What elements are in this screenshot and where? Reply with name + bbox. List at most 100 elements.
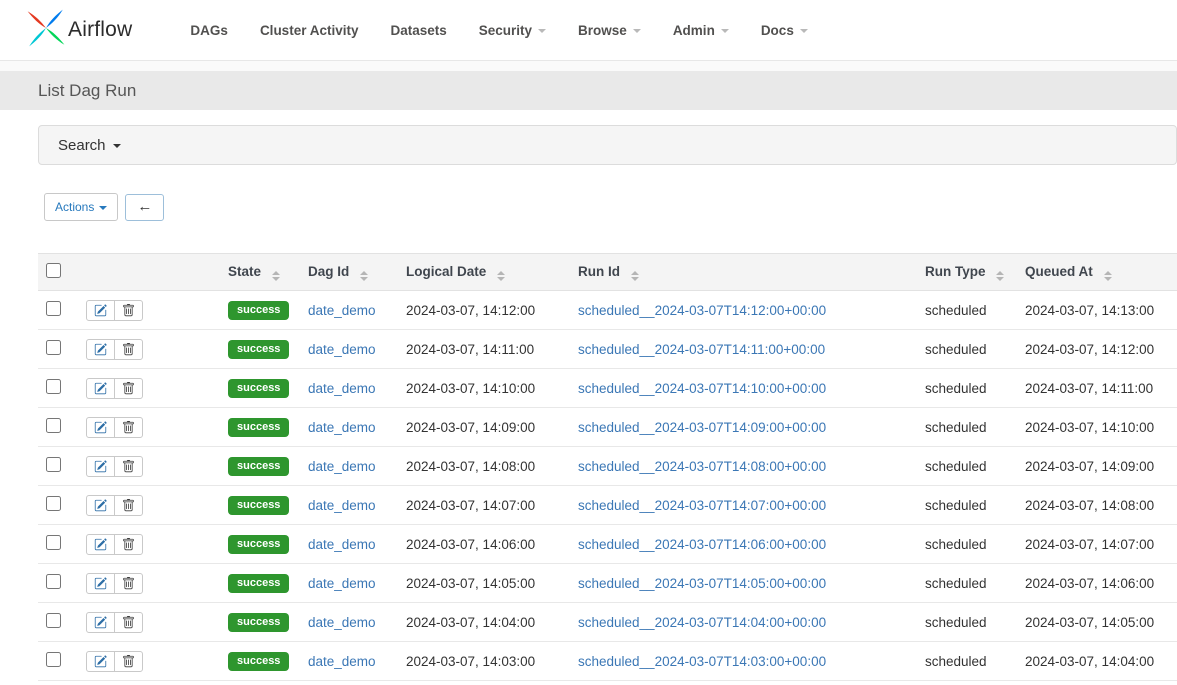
row-actions-cell <box>76 603 218 642</box>
run-id-link[interactable]: scheduled__2024-03-07T14:04:00+00:00 <box>578 615 826 630</box>
delete-button[interactable] <box>114 339 143 360</box>
nav-item-dags[interactable]: DAGs <box>174 23 244 38</box>
delete-button[interactable] <box>114 300 143 321</box>
edit-button[interactable] <box>86 300 115 321</box>
back-button[interactable]: ← <box>125 194 164 221</box>
queued-at-cell: 2024-03-07, 14:08:00 <box>1015 486 1177 525</box>
select-all-header <box>38 254 76 291</box>
dag-id-link[interactable]: date_demo <box>308 615 376 630</box>
row-select-cell <box>38 330 76 369</box>
run-id-link[interactable]: scheduled__2024-03-07T14:08:00+00:00 <box>578 459 826 474</box>
status-badge: success <box>228 418 289 437</box>
column-header-run-type[interactable]: Run Type <box>915 254 1015 291</box>
edit-icon <box>94 499 107 512</box>
row-checkbox[interactable] <box>46 457 61 472</box>
nav-item-browse[interactable]: Browse <box>562 23 657 38</box>
edit-button[interactable] <box>86 651 115 672</box>
trash-icon <box>122 616 135 629</box>
dag-id-link[interactable]: date_demo <box>308 654 376 669</box>
row-checkbox[interactable] <box>46 574 61 589</box>
delete-button[interactable] <box>114 495 143 516</box>
dag-id-link[interactable]: date_demo <box>308 576 376 591</box>
top-navbar: Airflow DAGs Cluster Activity Datasets S… <box>0 0 1177 61</box>
dag-id-link[interactable]: date_demo <box>308 459 376 474</box>
nav-item-docs[interactable]: Docs <box>745 23 824 38</box>
page-title: List Dag Run <box>38 81 136 101</box>
run-id-link[interactable]: scheduled__2024-03-07T14:06:00+00:00 <box>578 537 826 552</box>
column-header-run-id[interactable]: Run Id <box>568 254 915 291</box>
delete-button[interactable] <box>114 417 143 438</box>
column-header-queued-at[interactable]: Queued At <box>1015 254 1177 291</box>
run-id-link[interactable]: scheduled__2024-03-07T14:09:00+00:00 <box>578 420 826 435</box>
delete-button[interactable] <box>114 456 143 477</box>
state-cell: success <box>218 408 298 447</box>
edit-button[interactable] <box>86 612 115 633</box>
column-header-state[interactable]: State <box>218 254 298 291</box>
chevron-down-icon <box>721 29 729 33</box>
run-id-link[interactable]: scheduled__2024-03-07T14:07:00+00:00 <box>578 498 826 513</box>
status-badge: success <box>228 535 289 554</box>
row-checkbox[interactable] <box>46 496 61 511</box>
row-checkbox[interactable] <box>46 418 61 433</box>
nav-item-cluster-activity[interactable]: Cluster Activity <box>244 23 375 38</box>
row-actions-cell <box>76 486 218 525</box>
edit-button[interactable] <box>86 573 115 594</box>
edit-icon <box>94 616 107 629</box>
edit-button[interactable] <box>86 417 115 438</box>
navbar-gap <box>0 61 1177 71</box>
nav-item-datasets[interactable]: Datasets <box>374 23 462 38</box>
run-id-link[interactable]: scheduled__2024-03-07T14:05:00+00:00 <box>578 576 826 591</box>
edit-button[interactable] <box>86 495 115 516</box>
column-header-logical-date[interactable]: Logical Date <box>396 254 568 291</box>
run-id-cell: scheduled__2024-03-07T14:05:00+00:00 <box>568 564 915 603</box>
row-select-cell <box>38 369 76 408</box>
delete-button[interactable] <box>114 651 143 672</box>
column-label: Logical Date <box>406 264 486 279</box>
delete-button[interactable] <box>114 573 143 594</box>
edit-button[interactable] <box>86 339 115 360</box>
column-header-dag-id[interactable]: Dag Id <box>298 254 396 291</box>
select-all-checkbox[interactable] <box>46 263 61 278</box>
chevron-down-icon <box>113 144 121 148</box>
edit-button[interactable] <box>86 456 115 477</box>
edit-button[interactable] <box>86 534 115 555</box>
row-checkbox[interactable] <box>46 340 61 355</box>
delete-button[interactable] <box>114 534 143 555</box>
dag-id-link[interactable]: date_demo <box>308 381 376 396</box>
delete-button[interactable] <box>114 612 143 633</box>
dag-id-link[interactable]: date_demo <box>308 342 376 357</box>
chevron-down-icon <box>99 206 107 210</box>
row-checkbox[interactable] <box>46 379 61 394</box>
row-checkbox[interactable] <box>46 535 61 550</box>
nav-item-admin[interactable]: Admin <box>657 23 745 38</box>
status-badge: success <box>228 379 289 398</box>
row-checkbox[interactable] <box>46 613 61 628</box>
dag-id-link[interactable]: date_demo <box>308 303 376 318</box>
nav-item-label: Datasets <box>390 23 446 38</box>
nav-item-label: Browse <box>578 23 627 38</box>
sort-icon <box>631 271 639 281</box>
dag-id-link[interactable]: date_demo <box>308 420 376 435</box>
table-row: success date_demo 2024-03-07, 14:08:00 s… <box>38 447 1177 486</box>
edit-button[interactable] <box>86 378 115 399</box>
row-checkbox[interactable] <box>46 652 61 667</box>
delete-button[interactable] <box>114 378 143 399</box>
run-id-link[interactable]: scheduled__2024-03-07T14:12:00+00:00 <box>578 303 826 318</box>
column-label: State <box>228 264 261 279</box>
dag-id-link[interactable]: date_demo <box>308 537 376 552</box>
airflow-brand[interactable]: Airflow <box>26 8 132 53</box>
row-checkbox[interactable] <box>46 301 61 316</box>
search-panel[interactable]: Search <box>38 125 1177 165</box>
run-id-link[interactable]: scheduled__2024-03-07T14:11:00+00:00 <box>578 342 825 357</box>
run-id-link[interactable]: scheduled__2024-03-07T14:03:00+00:00 <box>578 654 826 669</box>
logical-date-cell: 2024-03-07, 14:08:00 <box>396 447 568 486</box>
run-type-cell: scheduled <box>915 447 1015 486</box>
edit-icon <box>94 577 107 590</box>
state-cell: success <box>218 291 298 330</box>
run-id-link[interactable]: scheduled__2024-03-07T14:10:00+00:00 <box>578 381 826 396</box>
actions-dropdown-button[interactable]: Actions <box>44 193 118 221</box>
state-cell: success <box>218 564 298 603</box>
sort-icon <box>272 271 280 281</box>
dag-id-link[interactable]: date_demo <box>308 498 376 513</box>
nav-item-security[interactable]: Security <box>463 23 562 38</box>
